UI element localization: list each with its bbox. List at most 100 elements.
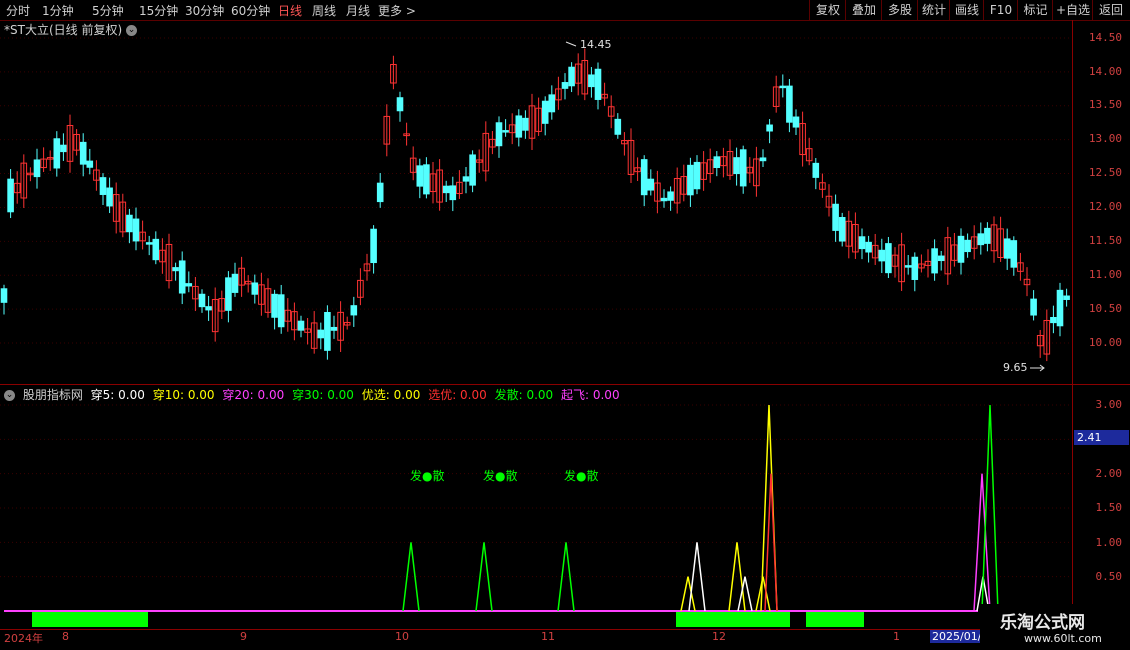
indicator-axis-label: 0.50 [1095, 570, 1123, 583]
candle-body [317, 329, 325, 339]
date-label: 2025/01/ [930, 630, 984, 643]
candle-body [812, 162, 820, 178]
candle-body [713, 156, 721, 169]
candle-body [640, 159, 648, 196]
candle-body [106, 187, 113, 207]
price-axis-label: 12.00 [1088, 200, 1122, 213]
candle-body [416, 165, 424, 187]
signal-label: 发●散 [564, 469, 599, 483]
candle-body [588, 74, 595, 88]
candle-body [330, 326, 338, 331]
indicator-axis-label: 2.00 [1095, 467, 1123, 480]
candle-body [469, 154, 476, 186]
candle-body [766, 124, 773, 132]
candle-body [277, 294, 285, 328]
candle-body [198, 293, 206, 308]
candle-body [251, 282, 259, 295]
candle-body [185, 283, 193, 287]
candle-body [1050, 316, 1057, 324]
candle-body [548, 94, 556, 113]
candle-body [964, 239, 971, 253]
candle-body [568, 66, 575, 87]
watermark-url: www.60lt.com [1024, 632, 1102, 645]
candle-body [858, 236, 866, 250]
indicator-axis-label: 1.50 [1095, 501, 1123, 514]
low-price-label: 9.65 [1003, 361, 1028, 374]
price-axis-label: 10.50 [1088, 302, 1122, 315]
candle-body [396, 97, 404, 112]
indicator-axis-label: 3.00 [1095, 398, 1123, 411]
candle-body [99, 177, 107, 195]
price-axis-label: 13.00 [1088, 132, 1122, 145]
candle-body [297, 320, 305, 331]
candle-body [693, 161, 701, 190]
candle-body [522, 117, 529, 131]
candle-body [541, 100, 549, 124]
candle-body [423, 164, 430, 195]
candle-body [205, 306, 212, 311]
candle-body [33, 159, 41, 178]
extreme-marks [565, 41, 1045, 372]
candle-body [324, 312, 331, 351]
candle-body [1063, 295, 1070, 300]
high-pointer [565, 41, 577, 47]
candle-body [957, 235, 965, 263]
candle-body [370, 228, 377, 264]
candle-body [502, 130, 509, 133]
candle-body [1003, 238, 1011, 259]
candle-body [739, 149, 747, 187]
date-label: 9 [240, 630, 247, 643]
date-label: 8 [62, 630, 69, 643]
candle-body [687, 164, 694, 196]
price-axis-label: 12.50 [1088, 166, 1122, 179]
date-label: 2024年 [4, 632, 43, 645]
indicator-axis-label: 1.00 [1095, 536, 1123, 549]
high-price-label: 14.45 [580, 38, 612, 51]
candle-body [759, 157, 767, 162]
candle-body [442, 185, 450, 194]
candle-body [786, 85, 793, 123]
candle-body [126, 214, 133, 233]
candle-body [733, 157, 740, 175]
candle-body [231, 273, 239, 293]
candle-body [977, 233, 985, 246]
watermark: 乐淘公式网 www.60lt.com [980, 604, 1130, 650]
candle-body [145, 242, 153, 245]
indicator-spike [764, 473, 778, 612]
candle-body [1010, 240, 1018, 268]
candle-body [1056, 289, 1064, 327]
kline-chart[interactable] [0, 0, 1130, 650]
signal-bar [676, 612, 790, 627]
price-axis-label: 14.00 [1088, 65, 1122, 78]
signal-label: 发●散 [483, 469, 518, 483]
watermark-title: 乐淘公式网 [1000, 613, 1085, 633]
price-axis-label: 11.50 [1088, 234, 1122, 247]
candle-body [614, 118, 622, 135]
candle-body [462, 176, 470, 182]
candle-body [271, 293, 278, 318]
date-label: 12 [712, 630, 726, 643]
candle-body [376, 182, 384, 203]
price-axis-label: 13.50 [1088, 98, 1122, 111]
signal-bar [806, 612, 864, 627]
price-axis-label: 14.50 [1088, 31, 1122, 44]
price-axis-label: 11.00 [1088, 268, 1122, 281]
candle-body [225, 277, 232, 311]
candle-body [779, 85, 787, 89]
candle-body [832, 203, 839, 231]
candle-body [172, 267, 179, 272]
signal-label: 发●散 [410, 469, 445, 483]
candle-body [904, 265, 912, 268]
candle-body [937, 255, 945, 262]
candle-body [86, 160, 94, 168]
candle-body [350, 305, 358, 316]
candle-body [79, 141, 87, 165]
date-label: 11 [541, 630, 555, 643]
candle-body [878, 249, 886, 262]
current-value-tag: 2.41 [1074, 430, 1129, 445]
candle-body [53, 138, 61, 169]
candle-body [7, 178, 14, 213]
candle-body [0, 288, 8, 303]
candle-body [865, 241, 872, 253]
candle-body [984, 227, 991, 244]
